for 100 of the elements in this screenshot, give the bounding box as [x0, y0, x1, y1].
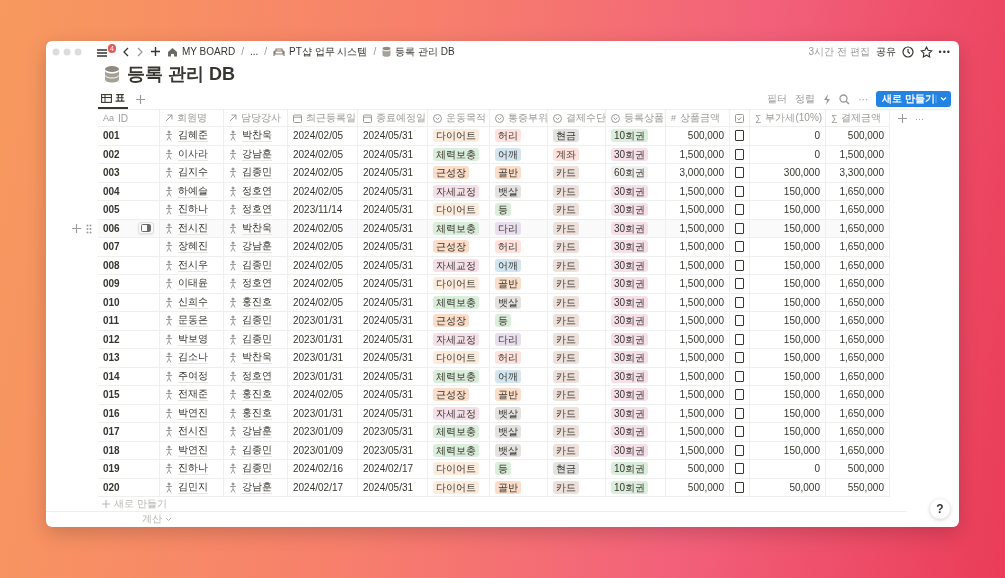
- relation-link[interactable]: 정호연: [242, 203, 272, 217]
- caret-icon[interactable]: [935, 95, 949, 103]
- star-icon[interactable]: [919, 45, 933, 58]
- relation-link[interactable]: 김종민: [242, 314, 272, 328]
- checkbox[interactable]: [735, 278, 744, 290]
- new-button[interactable]: 새로 만들기: [876, 91, 951, 107]
- id-text[interactable]: 012: [103, 333, 154, 345]
- relation-link[interactable]: 전재준: [178, 388, 208, 402]
- back-icon[interactable]: [122, 45, 130, 58]
- id-text[interactable]: 020: [103, 481, 154, 493]
- id-text[interactable]: 010: [103, 296, 154, 308]
- relation-link[interactable]: 홍진호: [242, 406, 272, 420]
- relation-link[interactable]: 주여정: [178, 369, 208, 383]
- id-text[interactable]: 014: [103, 370, 154, 382]
- lightning-icon[interactable]: [823, 93, 832, 105]
- search-icon[interactable]: [839, 93, 851, 105]
- relation-link[interactable]: 문동은: [178, 314, 208, 328]
- checkbox[interactable]: [735, 370, 744, 382]
- relation-link[interactable]: 김민지: [178, 480, 208, 494]
- breadcrumb-link[interactable]: 등록 관리 DB: [382, 44, 455, 59]
- checkbox[interactable]: [735, 426, 744, 438]
- checkbox[interactable]: [735, 241, 744, 253]
- id-text[interactable]: 007: [103, 241, 154, 253]
- clock-icon[interactable]: [901, 45, 914, 58]
- relation-link[interactable]: 김혜준: [178, 129, 208, 143]
- relation-link[interactable]: 김종민: [242, 166, 272, 180]
- checkbox[interactable]: [735, 315, 744, 327]
- checkbox[interactable]: [735, 463, 744, 475]
- id-text[interactable]: 017: [103, 426, 154, 438]
- relation-link[interactable]: 김지수: [178, 166, 208, 180]
- tag: 체력보충: [433, 443, 479, 457]
- id-text[interactable]: 008: [103, 259, 154, 271]
- breadcrumb-link[interactable]: ...: [249, 46, 259, 57]
- checkbox[interactable]: [735, 296, 744, 308]
- checkbox[interactable]: [735, 389, 744, 401]
- id-text[interactable]: 011: [103, 315, 154, 327]
- relation-link[interactable]: 강남훈: [242, 480, 272, 494]
- relation-link[interactable]: 장혜진: [178, 240, 208, 254]
- checkbox[interactable]: [735, 444, 744, 456]
- checkbox[interactable]: [735, 352, 744, 364]
- relation-link[interactable]: 정호연: [242, 184, 272, 198]
- checkbox[interactable]: [735, 407, 744, 419]
- relation-link[interactable]: 진하나: [178, 462, 208, 476]
- view-tab[interactable]: 표: [98, 89, 128, 109]
- relation-link[interactable]: 김종민: [242, 258, 272, 272]
- checkbox[interactable]: [735, 333, 744, 345]
- relation-link[interactable]: 박연진: [178, 443, 208, 457]
- id-text[interactable]: 001: [103, 130, 154, 142]
- checkbox[interactable]: [735, 481, 744, 493]
- relation-link[interactable]: 정호연: [242, 369, 272, 383]
- id-text[interactable]: 002: [103, 148, 154, 160]
- checkbox[interactable]: [735, 148, 744, 160]
- relation-link[interactable]: 김종민: [242, 462, 272, 476]
- id-text[interactable]: 005: [103, 204, 154, 216]
- relation-link[interactable]: 강남훈: [242, 425, 272, 439]
- breadcrumb-link[interactable]: PT샵 업무 시스템: [273, 44, 368, 59]
- checkbox[interactable]: [735, 204, 744, 216]
- relation-link[interactable]: 정호연: [242, 277, 272, 291]
- id-text[interactable]: 015: [103, 389, 154, 401]
- add-view-icon[interactable]: [136, 94, 145, 104]
- relation-link[interactable]: 전시진: [178, 425, 208, 439]
- relation-link[interactable]: 강남훈: [242, 147, 272, 161]
- add-row-icon[interactable]: [72, 224, 81, 234]
- checkbox[interactable]: [735, 185, 744, 197]
- checkbox[interactable]: [735, 259, 744, 271]
- id-text[interactable]: 019: [103, 463, 154, 475]
- id-text[interactable]: 004: [103, 185, 154, 197]
- relation-link[interactable]: 박찬욱: [242, 129, 272, 143]
- relation-link[interactable]: 이태윤: [178, 277, 208, 291]
- relation-link[interactable]: 김종민: [242, 443, 272, 457]
- id-text[interactable]: 013: [103, 352, 154, 364]
- relation-link[interactable]: 신희수: [178, 295, 208, 309]
- more-button[interactable]: •••: [938, 46, 951, 57]
- help-button[interactable]: ?: [930, 499, 950, 519]
- share-button[interactable]: 공유: [875, 44, 896, 59]
- drag-handle-icon[interactable]: [86, 223, 92, 234]
- relation-link[interactable]: 박찬욱: [242, 351, 272, 365]
- relation-link[interactable]: 이사라: [178, 147, 208, 161]
- relation-link[interactable]: 하예슬: [178, 184, 208, 198]
- forward-icon[interactable]: [136, 45, 144, 58]
- id-text[interactable]: 016: [103, 407, 154, 419]
- relation-link[interactable]: 박연진: [178, 406, 208, 420]
- id-text[interactable]: 009: [103, 278, 154, 290]
- relation-link[interactable]: 전시우: [178, 258, 208, 272]
- relation-link[interactable]: 진하나: [178, 203, 208, 217]
- id-text[interactable]: 018: [103, 444, 154, 456]
- id-text[interactable]: 003: [103, 167, 154, 179]
- relation-link[interactable]: 김종민: [242, 332, 272, 346]
- relation-link[interactable]: 홍진호: [242, 388, 272, 402]
- checkbox[interactable]: [735, 222, 744, 234]
- open-button[interactable]: [138, 222, 154, 235]
- checkbox[interactable]: [735, 167, 744, 179]
- add-column-icon[interactable]: [898, 114, 907, 123]
- checkbox[interactable]: [735, 130, 744, 142]
- relation-link[interactable]: 박보영: [178, 332, 208, 346]
- relation-link[interactable]: 김소나: [178, 351, 208, 365]
- relation-link[interactable]: 강남훈: [242, 240, 272, 254]
- relation-link[interactable]: 홍진호: [242, 295, 272, 309]
- breadcrumb-link[interactable]: MY BOARD: [167, 46, 236, 57]
- plus-icon[interactable]: [150, 46, 161, 57]
